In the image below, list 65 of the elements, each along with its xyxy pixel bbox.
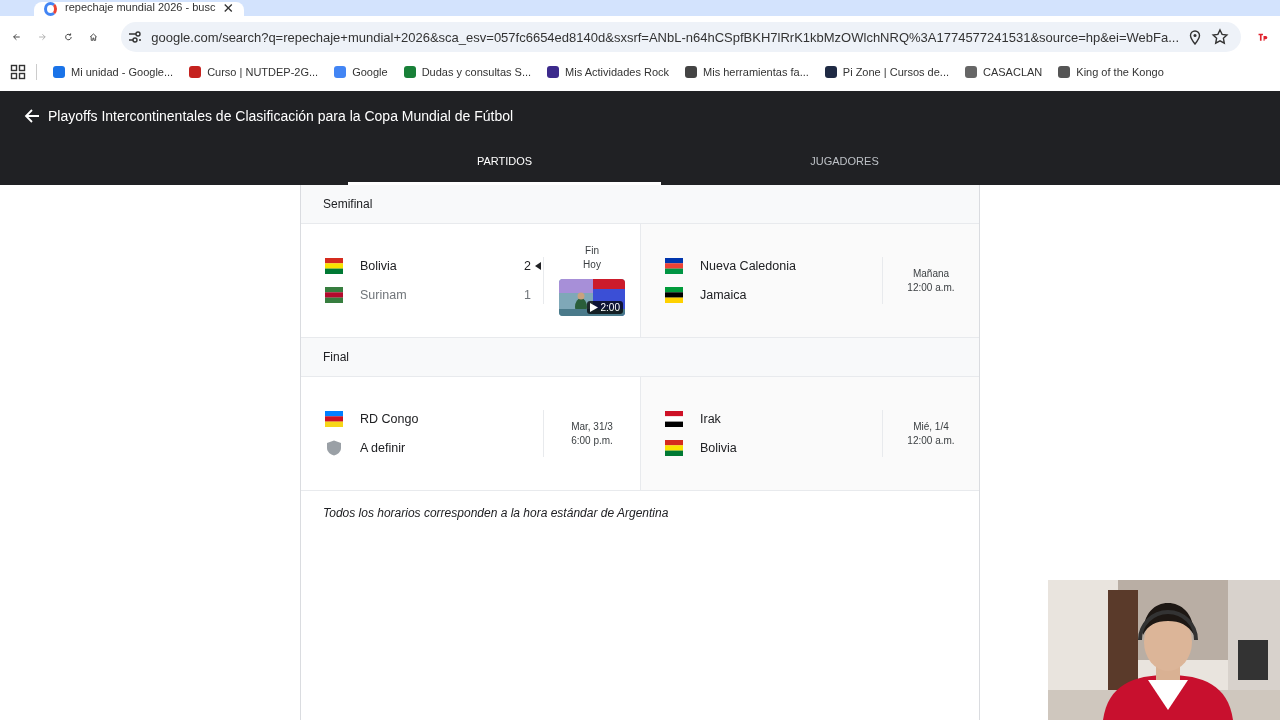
match-time: 12:00 a.m. <box>907 435 955 446</box>
bookmark[interactable]: Google <box>334 66 388 78</box>
bookmark-icon <box>334 66 347 78</box>
site-settings-icon[interactable] <box>127 29 144 45</box>
tab[interactable]: JUGADORES <box>688 139 1001 185</box>
bookmark[interactable]: Dudas y consultas S... <box>403 66 532 78</box>
match-time: 12:00 a.m. <box>907 282 955 293</box>
score: 1 <box>523 288 531 302</box>
back-icon[interactable] <box>24 108 40 124</box>
address-bar[interactable]: google.com/search?q=repechaje+mundial+2026&sca_esv=057fc6654ed8140d&sxsrf=ANbL-n64hCSpfBKH7lRrK1kbMzOWlchNRQ%3A1774577241531&source=hp&ei=WebFa... <box>121 22 1242 52</box>
bookmark-icon <box>53 66 65 78</box>
footnote: Todos los horarios corresponden a la hora estándar de Argentina <box>323 506 669 520</box>
tab-title: repechaje mundial 2026 - busc <box>65 1 216 13</box>
match-status: Fin <box>585 245 599 256</box>
match-time: 6:00 p.m. <box>571 435 613 446</box>
team-name: Irak <box>700 412 722 426</box>
team-name: Bolivia <box>360 259 398 273</box>
flag-icon <box>665 258 683 274</box>
page-title: Playoffs Intercontinentales de Clasificación para la Copa Mundial de Fútbol <box>48 108 514 124</box>
close-icon[interactable] <box>223 2 234 14</box>
flag-icon <box>665 440 683 456</box>
match-card[interactable]: Irak Bolivia Mié, 1/4 12:00 a.m. <box>640 377 979 490</box>
bookmark[interactable]: Pi Zone | Cursos de... <box>824 66 949 78</box>
bookmark[interactable]: Mis herramientas fa... <box>685 66 809 78</box>
play-icon <box>589 303 598 312</box>
match-card[interactable]: Nueva Caledonia Jamaica Mañana 12:00 a.m. <box>640 224 979 337</box>
video-thumbnail[interactable]: 2:00 <box>559 279 625 316</box>
bookmark[interactable]: Curso | NUTDEP-2G... <box>189 66 319 78</box>
bookmark-icon <box>547 66 560 78</box>
team-name: Jamaica <box>700 288 748 302</box>
apps-icon[interactable] <box>10 64 26 80</box>
flag-icon <box>325 411 343 427</box>
bookmark-icon <box>824 66 837 78</box>
bookmark-icon <box>1058 66 1071 78</box>
flag-icon <box>665 411 683 427</box>
bookmark-icon <box>189 66 202 78</box>
team-name: RD Congo <box>360 412 420 426</box>
match-date: Mar, 31/3 <box>571 421 613 432</box>
bookmark[interactable]: CASACLAN <box>965 66 1043 78</box>
match-card[interactable]: RD Congo A definir Mar, 31/3 6:00 p.m. <box>301 377 640 490</box>
bookmark-icon <box>403 66 416 78</box>
winner-icon <box>535 262 541 270</box>
shield-icon <box>325 440 343 456</box>
flag-icon <box>325 287 343 303</box>
match-date: Mié, 1/4 <box>913 421 949 432</box>
match-card[interactable]: Bolivia 2 Surinam 1 Fin Hoy 2:00 <box>301 224 640 337</box>
bookmark[interactable]: King of the Kongo <box>1058 66 1164 78</box>
bookmark[interactable]: Mis Actividades Rock <box>547 66 670 78</box>
browser-tab[interactable]: repechaje mundial 2026 - busc <box>34 2 244 16</box>
match-date: Mañana <box>912 268 950 279</box>
team-name: Nueva Caledonia <box>700 259 797 273</box>
score: 2 <box>523 259 531 273</box>
round-title: Semifinal <box>323 197 373 211</box>
flag-icon <box>665 287 683 303</box>
match-date: Hoy <box>583 259 601 270</box>
team-name: Surinam <box>360 288 408 302</box>
star-icon[interactable] <box>1211 28 1230 46</box>
bookmark-icon <box>685 66 698 78</box>
team-name: A definir <box>360 441 407 455</box>
bookmark[interactable]: Mi unidad - Google... <box>53 66 174 78</box>
round-title: Final <box>323 350 349 364</box>
bookmark-icon <box>965 66 977 78</box>
team-name: Bolivia <box>700 441 738 455</box>
video-duration: 2:00 <box>586 301 623 314</box>
flag-icon <box>325 258 343 274</box>
